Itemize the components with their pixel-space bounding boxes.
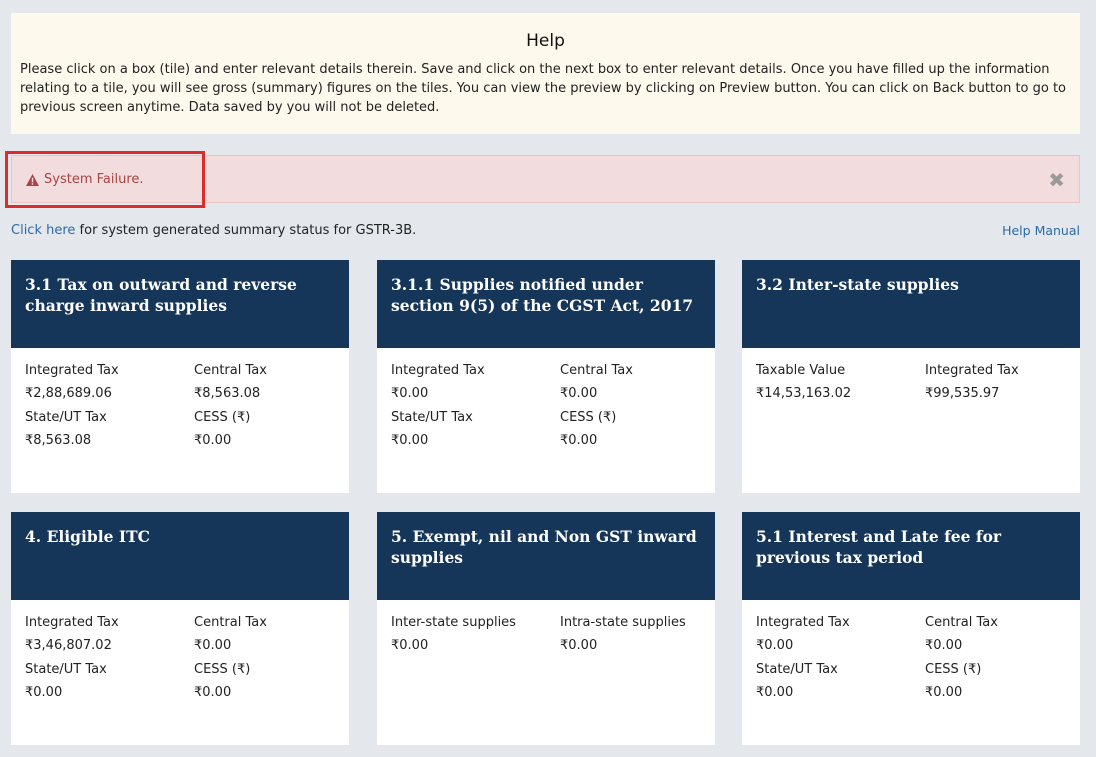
field-value: ₹8,563.08 [194, 386, 261, 401]
alert-message: System Failure. [44, 172, 144, 187]
field-value: ₹2,88,689.06 [25, 386, 112, 401]
tile-title[interactable]: 3.1 Tax on outward and reverse charge in… [11, 260, 349, 348]
field-label: State/UT Tax [391, 410, 473, 425]
field-label: CESS (₹) [925, 662, 982, 677]
field-label: Central Tax [925, 615, 998, 630]
field-label: Integrated Tax [25, 615, 119, 630]
field-value: ₹0.00 [560, 386, 598, 401]
field-value: ₹0.00 [391, 386, 429, 401]
field-value: ₹0.00 [756, 638, 794, 653]
tile-title[interactable]: 3.1.1 Supplies notified under section 9(… [377, 260, 715, 348]
summary-status-row: Click here for system generated summary … [11, 223, 416, 238]
field-label: Central Tax [560, 363, 633, 378]
field-label: Integrated Tax [391, 363, 485, 378]
field-label: Intra-state supplies [560, 615, 686, 630]
tile-3-2[interactable]: 3.2 Inter-state supplies Taxable Value ₹… [742, 260, 1080, 493]
field-value: ₹0.00 [560, 638, 598, 653]
help-manual-link[interactable]: Help Manual [1002, 223, 1080, 238]
tile-title[interactable]: 4. Eligible ITC [11, 512, 349, 600]
field-value: ₹0.00 [925, 638, 963, 653]
field-value: ₹8,563.08 [25, 433, 92, 448]
field-label: Inter-state supplies [391, 615, 516, 630]
field-value: ₹3,46,807.02 [25, 638, 112, 653]
help-title: Help [526, 31, 565, 51]
field-value: ₹0.00 [194, 685, 232, 700]
tile-5-1[interactable]: 5.1 Interest and Late fee for previous t… [742, 512, 1080, 745]
field-label: CESS (₹) [560, 410, 617, 425]
field-label: Integrated Tax [25, 363, 119, 378]
field-value: ₹14,53,163.02 [756, 386, 852, 401]
tile-5[interactable]: 5. Exempt, nil and Non GST inward suppli… [377, 512, 715, 745]
tile-title[interactable]: 5. Exempt, nil and Non GST inward suppli… [377, 512, 715, 600]
tile-title[interactable]: 3.2 Inter-state supplies [742, 260, 1080, 348]
field-value: ₹0.00 [194, 433, 232, 448]
close-icon[interactable]: ✖ [1048, 168, 1065, 192]
field-value: ₹0.00 [756, 685, 794, 700]
tile-title[interactable]: 5.1 Interest and Late fee for previous t… [742, 512, 1080, 600]
summary-status-text: for system generated summary status for … [75, 223, 417, 238]
tile-3-1[interactable]: 3.1 Tax on outward and reverse charge in… [11, 260, 349, 493]
field-value: ₹0.00 [194, 638, 232, 653]
field-label: Central Tax [194, 363, 267, 378]
field-value: ₹0.00 [391, 433, 429, 448]
field-label: Integrated Tax [756, 615, 850, 630]
field-label: CESS (₹) [194, 662, 251, 677]
field-value: ₹0.00 [391, 638, 429, 653]
field-label: Central Tax [194, 615, 267, 630]
help-box: Help Please click on a box (tile) and en… [11, 13, 1080, 134]
field-value: ₹99,535.97 [925, 386, 1000, 401]
warning-triangle-icon [26, 173, 39, 186]
field-label: Taxable Value [756, 363, 846, 378]
field-label: State/UT Tax [756, 662, 838, 677]
error-alert: System Failure. ✖ [11, 155, 1080, 203]
field-label: CESS (₹) [194, 410, 251, 425]
field-label: State/UT Tax [25, 662, 107, 677]
tile-3-1-1[interactable]: 3.1.1 Supplies notified under section 9(… [377, 260, 715, 493]
field-value: ₹0.00 [25, 685, 63, 700]
field-label: Integrated Tax [925, 363, 1019, 378]
field-value: ₹0.00 [925, 685, 963, 700]
help-text: Please click on a box (tile) and enter r… [20, 62, 1067, 115]
field-label: State/UT Tax [25, 410, 107, 425]
click-here-link[interactable]: Click here [11, 223, 75, 238]
tile-4[interactable]: 4. Eligible ITC Integrated Tax ₹3,46,807… [11, 512, 349, 745]
field-value: ₹0.00 [560, 433, 598, 448]
